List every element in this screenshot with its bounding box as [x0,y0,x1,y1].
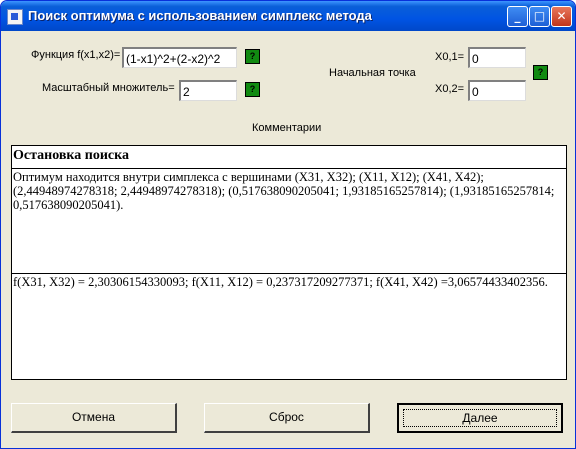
function-label: Функция f(x1,x2)= [31,49,121,61]
comments-text: Оптимум находится внутри симплекса с вер… [13,170,555,212]
cancel-button[interactable]: Отмена [11,403,177,433]
app-icon [7,9,23,25]
close-button[interactable]: ✕ [551,6,572,27]
function-apply-button[interactable]: ? [245,49,260,64]
x02-input[interactable]: 0 [468,80,526,101]
start-point-label: Начальная точка [329,67,416,79]
maximize-button[interactable]: □ [529,6,550,27]
reset-button[interactable]: Сброс [204,403,370,433]
x01-label: X0,1= [435,51,465,63]
x02-label: X0,2= [435,83,465,95]
minimize-button[interactable]: _ [507,6,528,27]
values-text: f(X31, X32) = 2,30306154330093; f(X11, X… [13,275,548,289]
comments-label: Комментарии [252,122,322,134]
scale-apply-button[interactable]: ? [245,82,260,97]
simplex-window: Поиск оптимума с использованием симплекс… [0,0,576,449]
values-pane[interactable]: f(X31, X32) = 2,30306154330093; f(X11, X… [11,273,567,380]
x01-input[interactable]: 0 [468,47,526,68]
window-title: Поиск оптимума с использованием симплекс… [28,8,372,23]
scale-label: Масштабный множитель= [42,82,175,94]
comments-pane[interactable]: Остановка поиска Оптимум находится внутр… [11,145,567,274]
comments-header: Остановка поиска [12,146,566,169]
function-input[interactable]: (1-x1)^2+(2-x2)^2 [122,47,237,68]
next-button[interactable]: Далее [397,403,563,433]
title-bar[interactable]: Поиск оптимума с использованием симплекс… [1,1,575,31]
scale-input[interactable]: 2 [179,80,237,101]
start-point-apply-button[interactable]: ? [533,65,548,80]
